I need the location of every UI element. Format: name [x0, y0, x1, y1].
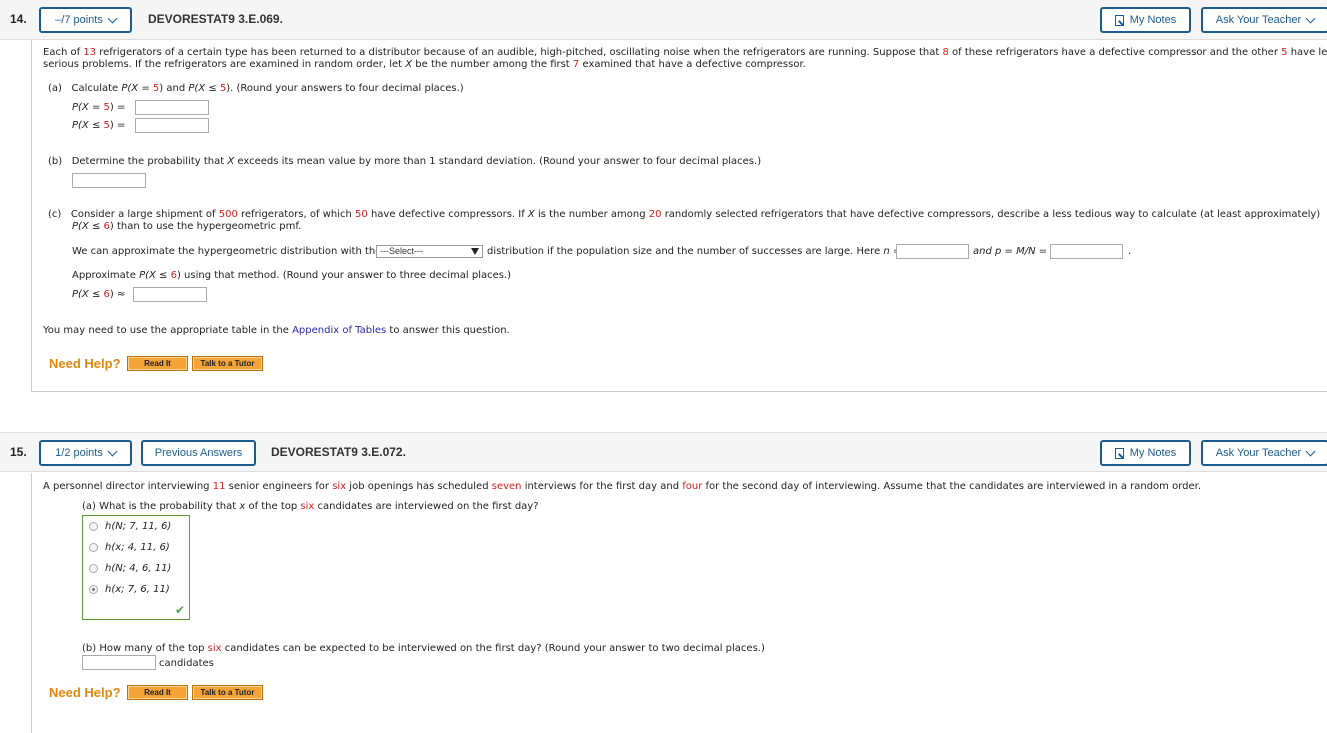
need-help-label: Need Help? [49, 356, 121, 371]
question-14-header: 14. –/7 points DEVORESTAT9 3.E.069. My N… [0, 0, 1327, 40]
q14-part-a-row2-label: P(X ≤ 5) = [72, 120, 126, 131]
points-dropdown[interactable]: –/7 points [39, 7, 132, 33]
period: . [1128, 246, 1132, 257]
appendix-link[interactable]: Appendix of Tables [292, 325, 386, 336]
question-code: DEVORESTAT9 3.E.072. [271, 445, 406, 459]
need-help-label: Need Help? [49, 685, 121, 700]
radio-button-selected[interactable] [89, 585, 98, 594]
radio-button[interactable] [89, 564, 98, 573]
my-notes-button[interactable]: My Notes [1100, 7, 1191, 33]
p-x-equals-5-input[interactable] [135, 100, 209, 115]
question-15-header: 15. 1/2 points Previous Answers DEVOREST… [0, 432, 1327, 472]
question-code: DEVORESTAT9 3.E.069. [148, 12, 283, 26]
chevron-down-icon [107, 446, 118, 456]
chevron-down-icon [107, 13, 118, 23]
p-x-le-5-input[interactable] [135, 118, 209, 133]
my-notes-button[interactable]: My Notes [1100, 440, 1191, 466]
question-number: 14. [10, 12, 27, 26]
q15-part-b-prompt: (b) How many of the top six candidates c… [82, 643, 765, 654]
choice-label: h(N; 4, 6, 11) [105, 563, 172, 574]
q14-part-a-prompt: (a) Calculate P(X = 5) and P(X ≤ 5). (Ro… [48, 83, 464, 94]
appendix-note: You may need to use the appropriate tabl… [43, 325, 510, 336]
chevron-down-icon [1305, 446, 1316, 456]
previous-answers-label: Previous Answers [154, 447, 243, 459]
expected-candidates-input[interactable] [82, 655, 156, 670]
q14-part-c-prompt-line1: (c) Consider a large shipment of 500 ref… [48, 209, 1321, 220]
approx-text-a: We can approximate the hypergeometric di… [72, 246, 382, 257]
choice-label: h(x; 7, 6, 11) [105, 584, 170, 595]
radio-button[interactable] [89, 522, 98, 531]
p-label: and p = M/N = [973, 246, 1048, 257]
q15-part-a-prompt: (a) What is the probability that x of th… [82, 501, 539, 512]
ask-teacher-button[interactable]: Ask Your Teacher [1201, 7, 1327, 33]
q14-part-b-prompt: (b) Determine the probability that X exc… [48, 156, 762, 167]
q14-intro-line1: Each of 13 refrigerators of a certain ty… [43, 47, 1327, 58]
talk-to-tutor-button[interactable]: Talk to a Tutor [192, 685, 263, 700]
my-notes-label: My Notes [1129, 14, 1177, 26]
choice-label: h(x; 4, 11, 6) [105, 542, 170, 553]
select-value: ---Select--- [380, 246, 423, 256]
q14-intro-line2: serious problems. If the refrigerators a… [43, 59, 806, 70]
distribution-select[interactable]: ---Select--- [376, 245, 483, 258]
choice-label: h(N; 7, 11, 6) [105, 521, 172, 532]
points-dropdown[interactable]: 1/2 points [39, 440, 132, 466]
n-input[interactable] [896, 244, 969, 259]
checkmark-icon: ✔ [175, 603, 186, 617]
q15-intro: A personnel director interviewing 11 sen… [43, 481, 1202, 492]
p-input[interactable] [1050, 244, 1123, 259]
approx-input[interactable] [133, 287, 207, 302]
read-it-button[interactable]: Read It [127, 356, 188, 371]
read-it-button[interactable]: Read It [127, 685, 188, 700]
q14-part-c-prompt-line2: P(X ≤ 6) than to use the hypergeometric … [72, 221, 302, 232]
candidates-unit: candidates [159, 658, 214, 669]
previous-answers-button[interactable]: Previous Answers [141, 440, 256, 466]
approx-text-b: distribution if the population size and … [487, 246, 902, 257]
approx-label: P(X ≤ 6) ≈ [72, 289, 126, 300]
q14-part-b-input[interactable] [72, 173, 146, 188]
points-label: 1/2 points [55, 447, 103, 459]
approx-prompt: Approximate P(X ≤ 6) using that method. … [72, 270, 512, 281]
note-icon [1114, 14, 1124, 26]
ask-teacher-label: Ask Your Teacher [1215, 447, 1302, 459]
ask-teacher-button[interactable]: Ask Your Teacher [1201, 440, 1327, 466]
q14-part-a-row1-label: P(X = 5) = [72, 102, 126, 113]
dropdown-arrow-icon [471, 248, 479, 255]
question-number: 15. [10, 445, 27, 459]
note-icon [1114, 447, 1124, 459]
ask-teacher-label: Ask Your Teacher [1215, 14, 1302, 26]
radio-button[interactable] [89, 543, 98, 552]
chevron-down-icon [1305, 13, 1316, 23]
points-label: –/7 points [55, 14, 103, 26]
talk-to-tutor-button[interactable]: Talk to a Tutor [192, 356, 263, 371]
my-notes-label: My Notes [1129, 447, 1177, 459]
